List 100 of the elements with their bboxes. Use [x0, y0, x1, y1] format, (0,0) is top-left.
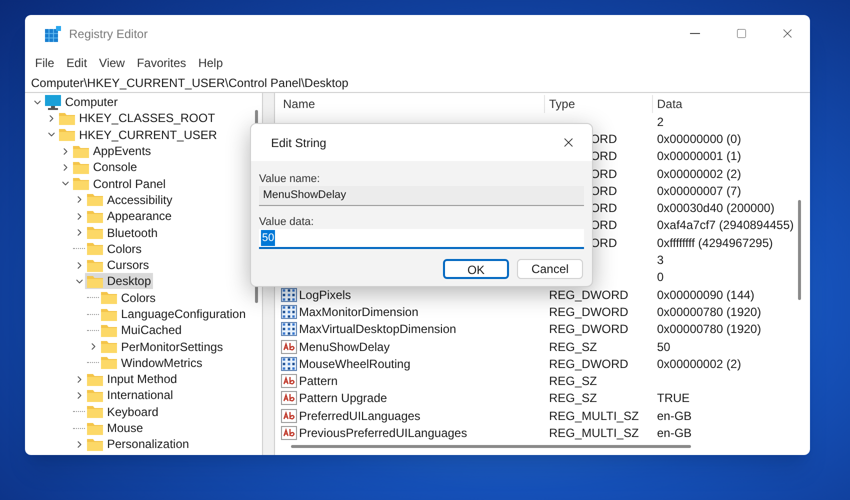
tree-item[interactable]: PerMonitorSettings [99, 338, 226, 355]
menu-item[interactable]: View [93, 54, 131, 72]
value-data-field[interactable]: 50 [259, 229, 584, 249]
menu-item[interactable]: File [29, 54, 60, 72]
folder-icon [87, 242, 103, 256]
tree-item-label: Control Panel [93, 176, 166, 193]
tree-item[interactable]: Personalization [85, 436, 192, 452]
value-data: 0x00000007 (7) [657, 184, 742, 198]
value-data: 0x00030d40 (200000) [657, 201, 774, 216]
tree-item[interactable]: Input Method [85, 371, 180, 388]
value-name: LogPixels [299, 286, 352, 304]
folder-icon [87, 422, 103, 435]
value-data: 0xaf4a7cf7 (2940894455) [657, 218, 794, 232]
value-data: 50 [657, 340, 670, 354]
field-label: Value data: [259, 215, 315, 229]
value-name: MaxVirtualDesktopDimension [299, 321, 456, 338]
value-name: MaxMonitorDimension [299, 304, 418, 321]
value-data: 0 [657, 270, 664, 284]
tree-item[interactable]: Desktop [85, 273, 154, 290]
tree-item[interactable]: Accessibility [85, 192, 174, 208]
value-data: 0x00000090 (144) [657, 288, 754, 302]
tree-item[interactable]: Control Panel [71, 176, 168, 192]
tree-item[interactable]: Mouse [85, 420, 146, 436]
tree-item-label: Personalization [107, 436, 190, 454]
tree-item[interactable]: AppEvents [71, 143, 154, 160]
value-data: TRUE [657, 391, 690, 406]
tree-item-label: PerMonitorSettings [121, 338, 224, 356]
monitor-icon [45, 94, 61, 110]
value-type: REG_DWORD [549, 286, 628, 304]
menu-item[interactable]: Edit [60, 54, 94, 72]
selected-text: 50 [261, 230, 276, 246]
binary-value-icon [281, 304, 297, 319]
dialog-title: Edit String [271, 134, 326, 152]
tree-item-label: Cursors [107, 257, 150, 274]
folder-icon [101, 356, 117, 370]
value-data: en-GB [657, 408, 692, 423]
tree-item[interactable]: Appearance [85, 208, 174, 224]
value-name: PreferredUILanguages [299, 408, 420, 425]
dialog-button[interactable]: Cancel [517, 259, 583, 279]
tree-item[interactable]: LanguageConfiguration [99, 306, 248, 322]
string-value-icon [281, 340, 297, 354]
tree-item[interactable]: Cursors [85, 257, 152, 274]
column-header[interactable]: Data [653, 95, 810, 113]
column-header[interactable]: Type [545, 95, 653, 113]
tree-item-label: HKEY_CLASSES_ROOT [79, 110, 216, 128]
value-data: 0x00000000 (0) [657, 132, 742, 146]
value-name: Pattern Upgrade [299, 390, 388, 408]
value-name: MenuShowDelay [299, 338, 390, 356]
folder-icon [87, 438, 103, 451]
folder-icon [101, 291, 117, 304]
value-name: Pattern [299, 373, 338, 390]
tree-item-label: Console [93, 159, 138, 176]
tree-item-label: Appearance [107, 208, 172, 226]
value-type: REG_SZ [549, 373, 598, 390]
folder-icon [101, 308, 117, 320]
tree-item-label: WindowMetrics [121, 354, 202, 372]
tree-item[interactable]: International [85, 387, 176, 404]
tree-item[interactable]: HKEY_CURRENT_USER [57, 126, 220, 143]
tree-item[interactable]: Bluetooth [85, 224, 160, 241]
string-value-icon [281, 426, 297, 440]
tree-item[interactable]: Computer [43, 94, 120, 110]
folder-icon [87, 258, 103, 272]
value-data: 0x00000002 (2) [657, 356, 742, 371]
tree-item[interactable]: Colors [85, 240, 144, 257]
scrollbar-thumb[interactable] [291, 445, 691, 448]
value-data: en-GB [657, 426, 692, 440]
menu-item[interactable]: Favorites [130, 54, 192, 72]
binary-value-icon [281, 322, 297, 336]
folder-icon [101, 340, 117, 354]
binary-value-icon [281, 356, 297, 371]
folder-icon [87, 210, 103, 223]
value-type: REG_DWORD [549, 304, 628, 321]
tree-item[interactable]: MuiCached [99, 322, 184, 338]
tree-item[interactable]: WindowMetrics [99, 354, 204, 371]
folder-icon [87, 226, 103, 240]
tree-item-label: Desktop [107, 273, 152, 290]
value-name: PreviousPreferredUILanguages [299, 425, 468, 442]
dialog-button[interactable]: OK [443, 259, 509, 279]
folder-icon [73, 144, 89, 158]
value-type: REG_MULTI_SZ [549, 425, 639, 442]
maximize-icon [736, 28, 746, 39]
menu-item[interactable]: Help [192, 54, 229, 72]
tree-item-label: Colors [121, 290, 156, 307]
tree-item[interactable]: Keyboard [85, 404, 160, 420]
value-data: 0x00000780 (1920) [657, 304, 762, 319]
folder-icon [59, 128, 75, 142]
scrollbar-thumb[interactable] [798, 200, 801, 300]
tree-item[interactable]: HKEY_CLASSES_ROOT [57, 110, 218, 126]
field-label: Value name: [259, 172, 321, 186]
address-bar[interactable]: Computer\HKEY_CURRENT_USER\Control Panel\Desktop [25, 73, 810, 93]
value-name-field[interactable]: MenuShowDelay [259, 186, 584, 206]
value-data: 0x00000002 (2) [657, 166, 742, 181]
tree-item-label: HKEY_CURRENT_USER [79, 126, 218, 144]
column-header[interactable]: Name [275, 95, 545, 113]
tree-item[interactable]: Console [71, 159, 140, 176]
value-type: REG_SZ [549, 390, 598, 408]
tree-item[interactable]: Colors [99, 290, 158, 306]
tree-item-label: Colors [107, 240, 142, 258]
string-value-icon [281, 374, 297, 388]
folder-icon [73, 160, 89, 174]
